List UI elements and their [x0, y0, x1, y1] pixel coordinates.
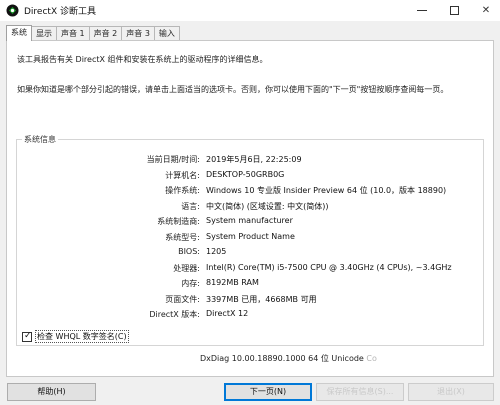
minimize-button[interactable] — [408, 0, 436, 21]
exit-button[interactable]: 退出(X) — [408, 383, 494, 401]
info-row-os: 操作系统: Windows 10 专业版 Insider Preview 64 … — [17, 185, 483, 199]
checkmark-icon: ✓ — [24, 330, 32, 341]
info-label: 系统制造商: — [157, 217, 200, 226]
info-row-manufacturer: 系统制造商: System manufacturer — [17, 216, 483, 230]
info-value: Intel(R) Core(TM) i5-7500 CPU @ 3.40GHz … — [206, 262, 452, 272]
maximize-icon — [449, 6, 459, 15]
dxdiag-version-text: DxDiag 10.00.18890.1000 64 位 Unicode — [200, 354, 364, 363]
info-label: DirectX 版本: — [149, 310, 200, 319]
window-title: DirectX 诊断工具 — [24, 7, 96, 17]
info-label: 操作系统: — [165, 186, 200, 195]
whql-checkbox-label[interactable]: 检查 WHQL 数字签名(C) — [35, 330, 129, 343]
close-button[interactable]: ✕ — [472, 0, 500, 21]
directx-app-icon — [6, 4, 19, 17]
system-tab-panel: 该工具报告有关 DirectX 组件和安装在系统上的驱动程序的详细信息。 如果你… — [6, 40, 494, 377]
next-page-button[interactable]: 下一页(N) — [224, 383, 312, 401]
info-label: BIOS: — [178, 247, 200, 256]
tab-sound-2[interactable]: 声音 2 — [88, 26, 123, 41]
tab-system[interactable]: 系统 — [6, 25, 32, 41]
info-row-language: 语言: 中文(简体) (区域设置: 中文(简体)) — [17, 201, 483, 215]
info-value: System Product Name — [206, 231, 295, 241]
info-value: 中文(简体) (区域设置: 中文(简体)) — [206, 201, 329, 211]
info-row-computer-name: 计算机名: DESKTOP-50GRB0G — [17, 170, 483, 184]
dxdiag-version-fade: Co — [363, 354, 377, 363]
help-button[interactable]: 帮助(H) — [7, 383, 96, 401]
info-row-page-file: 页面文件: 3397MB 已用，4668MB 可用 — [17, 294, 483, 308]
dxdiag-version: DxDiag 10.00.18890.1000 64 位 Unicode Co — [200, 353, 377, 364]
tab-sound-3[interactable]: 声音 3 — [121, 26, 155, 41]
info-row-datetime: 当前日期/时间: 2019年5月6日, 22:25:09 — [17, 154, 483, 168]
info-label: 处理器: — [173, 263, 200, 273]
save-all-info-button[interactable]: 保存所有信息(S)... — [316, 383, 404, 401]
info-label: 内存: — [181, 279, 200, 288]
title-bar[interactable]: DirectX 诊断工具 ✕ — [0, 0, 500, 21]
tab-strip: 系统 显示 声音 1 声音 2 声音 3 输入 — [6, 25, 180, 41]
intro-text-2: 如果你知道是哪个部分引起的错误，请单击上面适当的选项卡。否则，你可以使用下面的"… — [17, 85, 449, 94]
info-label: 页面文件: — [165, 294, 200, 304]
info-row-model: 系统型号: System Product Name — [17, 232, 483, 246]
info-row-processor: 处理器: Intel(R) Core(TM) i5-7500 CPU @ 3.4… — [17, 263, 483, 277]
info-value: 2019年5月6日, 22:25:09 — [206, 155, 302, 164]
info-label: 计算机名: — [165, 170, 200, 180]
info-value: 1205 — [206, 247, 227, 256]
info-row-directx-version: DirectX 版本: DirectX 12 — [17, 309, 483, 323]
info-value: DirectX 12 — [206, 309, 249, 318]
tab-input[interactable]: 输入 — [153, 26, 180, 41]
whql-checkbox[interactable]: ✓ 检查 WHQL 数字签名(C) — [22, 330, 129, 343]
whql-checkbox-box[interactable]: ✓ — [22, 330, 32, 342]
dxdiag-window: DirectX 诊断工具 ✕ 系统 显示 声音 1 声音 2 声音 3 输入 该… — [0, 0, 500, 405]
tab-display[interactable]: 显示 — [31, 26, 57, 41]
info-value: 3397MB 已用，4668MB 可用 — [206, 294, 317, 304]
info-value: 8192MB RAM — [206, 278, 259, 287]
info-row-bios: BIOS: 1205 — [17, 247, 483, 261]
maximize-button[interactable] — [440, 0, 468, 21]
intro-text-1: 该工具报告有关 DirectX 组件和安装在系统上的驱动程序的详细信息。 — [17, 55, 268, 64]
info-label: 语言: — [181, 201, 200, 211]
close-icon: ✕ — [481, 5, 491, 16]
minimize-icon — [417, 10, 427, 11]
info-row-memory: 内存: 8192MB RAM — [17, 278, 483, 292]
info-label: 系统型号: — [165, 232, 200, 242]
info-value: DESKTOP-50GRB0G — [206, 169, 285, 179]
info-value: Windows 10 专业版 Insider Preview 64 位 (10.… — [206, 186, 447, 195]
system-info-title: 系统信息 — [22, 134, 58, 145]
system-info-group: 系统信息 当前日期/时间: 2019年5月6日, 22:25:09 计算机名: … — [16, 134, 484, 346]
info-value: System manufacturer — [206, 216, 293, 225]
info-label: 当前日期/时间: — [146, 155, 200, 164]
tab-sound-1[interactable]: 声音 1 — [56, 26, 90, 41]
